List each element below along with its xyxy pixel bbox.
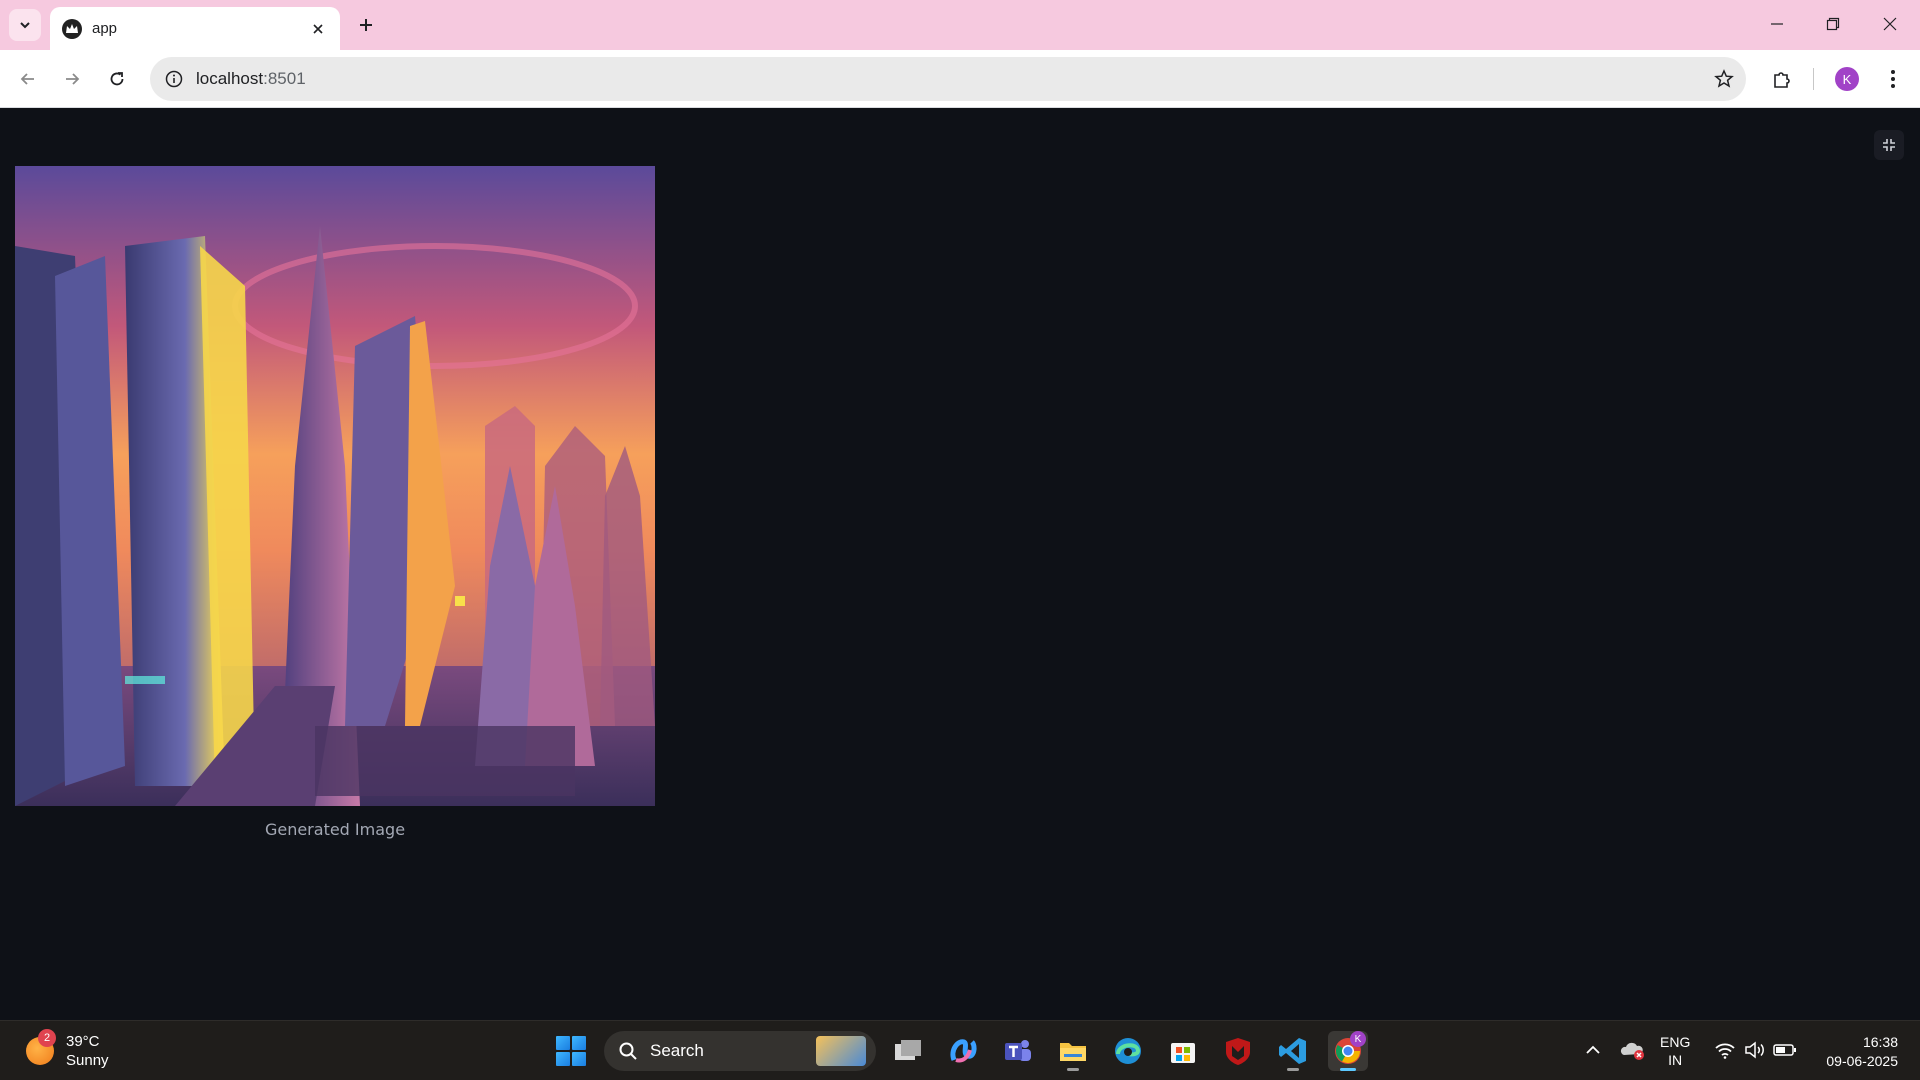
chrome-button[interactable]: K (1328, 1031, 1368, 1071)
search-icon (619, 1042, 637, 1060)
battery-button[interactable] (1772, 1037, 1798, 1063)
weather-widget[interactable]: 2 39°C Sunny (26, 1029, 109, 1071)
windows-logo-tile (572, 1052, 586, 1066)
browser-tab-active[interactable]: app (50, 7, 340, 50)
plus-icon (360, 19, 372, 31)
active-indicator (1340, 1068, 1356, 1071)
restore-icon (1826, 17, 1840, 31)
vscode-icon (1279, 1038, 1306, 1064)
show-hidden-icons-button[interactable] (1580, 1037, 1606, 1063)
battery-icon (1773, 1044, 1796, 1056)
reload-icon (110, 72, 124, 86)
system-clock[interactable]: 16:38 09-06-2025 (1808, 1033, 1898, 1071)
streamlit-page: Generated Image (0, 109, 1920, 1020)
input-language-button[interactable]: ENG IN (1660, 1033, 1690, 1069)
url-host: localhost (196, 69, 264, 88)
close-icon (1883, 17, 1897, 31)
puzzle-icon (1774, 72, 1790, 88)
url-text[interactable]: localhost:8501 (196, 69, 306, 89)
edge-icon (1115, 1038, 1141, 1064)
site-info-button[interactable] (162, 67, 186, 91)
star-icon (1714, 69, 1734, 88)
forward-button[interactable] (56, 63, 88, 95)
extensions-button[interactable] (1766, 63, 1798, 95)
minimize-icon (1771, 23, 1783, 25)
avatar: K (1835, 67, 1859, 91)
clock-time: 16:38 (1862, 1034, 1898, 1050)
folder-icon (1060, 1043, 1086, 1061)
region-code: IN (1668, 1052, 1683, 1068)
copilot-button[interactable] (943, 1031, 983, 1071)
windows-logo-tile (572, 1036, 586, 1050)
chrome-profile-badge: K (1350, 1031, 1366, 1047)
bookmark-button[interactable] (1712, 67, 1736, 91)
language-code: ENG (1660, 1034, 1691, 1050)
taskbar: 2 39°C Sunny Search K ENG IN 16:38 09-06… (0, 1020, 1920, 1080)
mcafee-button[interactable] (1218, 1031, 1258, 1071)
volume-button[interactable] (1742, 1037, 1768, 1063)
running-indicator (1067, 1068, 1079, 1071)
windows-logo-tile (556, 1052, 570, 1066)
close-icon (313, 23, 323, 34)
search-label: Search (650, 1041, 704, 1060)
store-icon (1171, 1043, 1195, 1063)
clock-date: 09-06-2025 (1826, 1053, 1898, 1069)
task-view-button[interactable] (888, 1031, 928, 1071)
browser-toolbar: localhost:8501 K (0, 50, 1920, 108)
kebab-icon (1891, 70, 1895, 88)
minimize-button[interactable] (1757, 8, 1797, 40)
restore-button[interactable] (1813, 8, 1853, 40)
chevron-up-icon (1586, 1045, 1600, 1054)
vscode-button[interactable] (1273, 1031, 1313, 1071)
info-icon (165, 70, 183, 88)
teams-icon (1005, 1040, 1031, 1061)
address-bar[interactable]: localhost:8501 (150, 57, 1746, 101)
close-tab-button[interactable] (308, 19, 328, 39)
microsoft-store-button[interactable] (1163, 1031, 1203, 1071)
arrow-left-icon (20, 73, 34, 85)
mcafee-shield-icon (1226, 1038, 1250, 1065)
back-button[interactable] (12, 63, 44, 95)
weather-condition: Sunny (66, 1052, 109, 1069)
wifi-icon (1715, 1043, 1735, 1059)
start-button[interactable] (556, 1036, 586, 1066)
running-indicator (1287, 1068, 1299, 1071)
browser-tabstrip: app (0, 0, 1920, 50)
chevron-down-icon (20, 22, 30, 29)
image-caption: Generated Image (264, 820, 406, 839)
file-explorer-button[interactable] (1053, 1031, 1093, 1071)
new-tab-button[interactable] (352, 11, 380, 39)
reload-button[interactable] (101, 63, 133, 95)
notification-badge: 2 (38, 1029, 56, 1047)
taskbar-search[interactable]: Search (604, 1031, 876, 1071)
teams-button[interactable] (998, 1031, 1038, 1071)
futuristic-city-illustration (15, 166, 655, 806)
browser-menu-button[interactable] (1877, 63, 1909, 95)
close-window-button[interactable] (1870, 8, 1910, 40)
speaker-icon (1745, 1041, 1764, 1059)
exit-fullscreen-button[interactable] (1874, 130, 1904, 160)
tab-search-button[interactable] (9, 9, 41, 41)
edge-button[interactable] (1108, 1031, 1148, 1071)
exit-fullscreen-icon (1883, 139, 1895, 151)
generated-image (15, 166, 655, 806)
copilot-icon (950, 1039, 977, 1063)
arrow-right-icon (66, 73, 80, 85)
task-view-icon (895, 1040, 921, 1060)
sun-icon: 2 (26, 1029, 56, 1065)
profile-button[interactable]: K (1831, 63, 1863, 95)
weather-text: 39°C Sunny (66, 1032, 109, 1070)
tab-title: app (92, 20, 118, 37)
wifi-button[interactable] (1712, 1037, 1738, 1063)
toolbar-divider (1813, 68, 1814, 90)
onedrive-status-button[interactable] (1620, 1037, 1646, 1063)
url-port: :8501 (263, 69, 306, 88)
windows-logo-tile (556, 1036, 570, 1050)
weather-temperature: 39°C (66, 1033, 100, 1050)
cloud-error-icon (1620, 1042, 1644, 1060)
streamlit-crown-icon (62, 18, 82, 39)
search-highlight-image (816, 1036, 866, 1066)
